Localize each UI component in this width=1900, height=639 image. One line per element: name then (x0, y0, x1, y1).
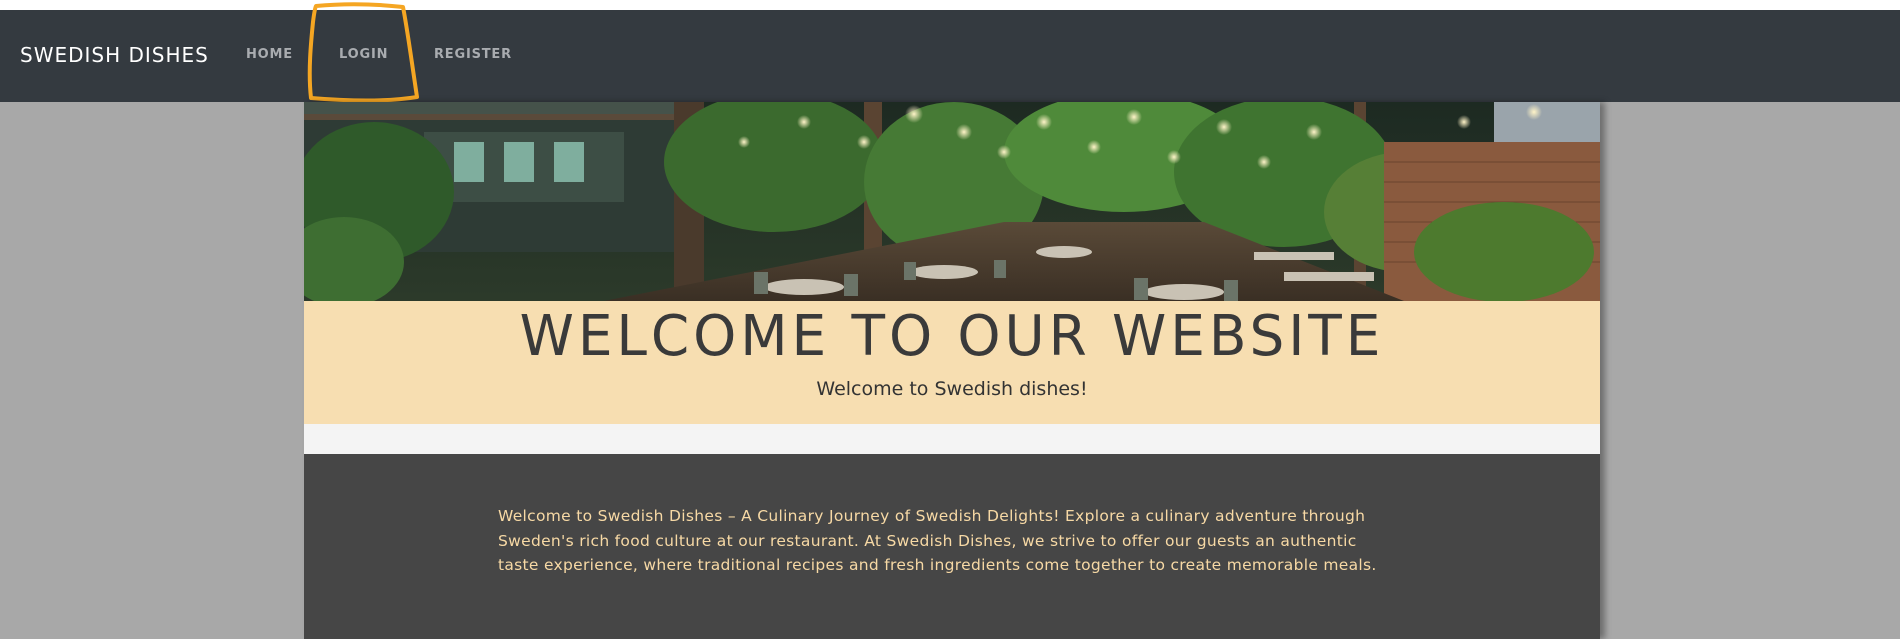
nav-link-register[interactable]: REGISTER (434, 47, 512, 62)
banner-subtitle: Welcome to Swedish dishes! (816, 378, 1088, 400)
login-highlight-annotation (307, 2, 419, 103)
top-strip (0, 0, 1900, 10)
nav-link-home[interactable]: HOME (246, 47, 293, 62)
main-page: WELCOME TO OUR WEBSITE Welcome to Swedis… (304, 102, 1600, 639)
restaurant-garden-image (304, 102, 1600, 301)
navbar: SWEDISH DISHES HOME LOGIN REGISTER (0, 10, 1900, 102)
intro-text: Welcome to Swedish Dishes – A Culinary J… (498, 507, 1377, 574)
banner-title: WELCOME TO OUR WEBSITE (519, 304, 1385, 369)
welcome-banner: WELCOME TO OUR WEBSITE Welcome to Swedis… (304, 301, 1600, 424)
brand-link[interactable]: SWEDISH DISHES (20, 43, 209, 67)
hero-image (304, 102, 1600, 301)
intro-section: Welcome to Swedish Dishes – A Culinary J… (304, 454, 1600, 639)
